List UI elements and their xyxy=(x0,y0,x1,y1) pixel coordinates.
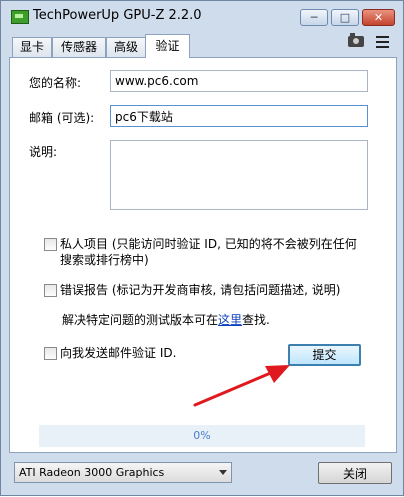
upload-progress-bar: 0% xyxy=(39,425,365,447)
close-button[interactable]: 关闭 xyxy=(318,462,392,484)
tab-validation[interactable]: 验证 xyxy=(145,34,190,58)
chevron-down-icon xyxy=(219,470,227,475)
gpuz-window: TechPowerUp GPU-Z 2.2.0 ─ □ ✕ 显卡 传感器 高级 … xyxy=(0,0,404,496)
annotation-arrow-shaft xyxy=(193,370,275,407)
progress-percent: 0% xyxy=(193,429,211,442)
annotation-arrow xyxy=(193,365,290,407)
gpu-select[interactable]: ATI Radeon 3000 Graphics xyxy=(14,462,232,483)
gpu-select-value: ATI Radeon 3000 Graphics xyxy=(19,466,165,479)
